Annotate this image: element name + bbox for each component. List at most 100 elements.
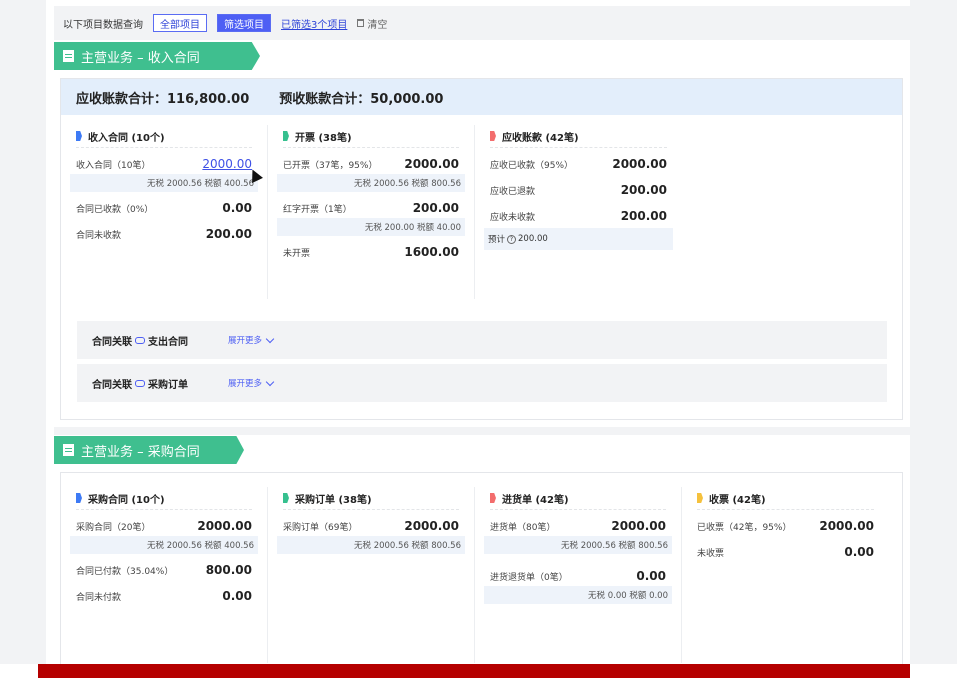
red-flag-icon xyxy=(490,131,496,141)
right-gutter xyxy=(910,0,957,664)
stat-row: 已收票（42笔，95%） 2000.00 xyxy=(697,516,874,536)
yellow-flag-icon xyxy=(697,493,703,503)
invoice-column: 开票 (38笔) 已开票（37笔，95%） 2000.00 无税 2000.56… xyxy=(268,125,475,299)
column-header: 应收账款 (42笔) xyxy=(490,125,667,148)
link-icon xyxy=(135,336,145,344)
revenue-columns: 收入合同 (10个) 收入合同（10笔） 2000.00 无税 2000.56 … xyxy=(61,125,682,299)
purchase-section-banner: 主营业务 – 采购合同 xyxy=(54,436,244,464)
document-icon xyxy=(63,50,74,62)
tax-detail: 无税 2000.56 税额 400.56 xyxy=(70,174,258,192)
stat-label: 合同未付款 xyxy=(76,592,122,603)
revenue-panel: 应收账款合计：116,800.00 预收账款合计：50,000.00 收入合同 … xyxy=(60,78,903,420)
revenue-contract-column: 收入合同 (10个) 收入合同（10笔） 2000.00 无税 2000.56 … xyxy=(61,125,268,299)
filtered-projects-link[interactable]: 已筛选3个项目 xyxy=(281,16,347,31)
filter-projects-button[interactable]: 筛选项目 xyxy=(217,14,271,32)
stat-label: 进货退货单（0笔） xyxy=(490,572,568,583)
dashboard: 以下项目数据查询 全部项目 筛选项目 已筛选3个项目 清空 主营业务 – 收入合… xyxy=(46,0,910,664)
left-gutter xyxy=(0,0,46,664)
chevron-down-icon xyxy=(265,377,275,386)
stat-value: 2000.00 xyxy=(197,519,252,533)
stat-row: 采购订单（69笔） 2000.00 xyxy=(283,516,459,536)
chevron-down-icon xyxy=(265,334,275,343)
stat-value: 2000.00 xyxy=(404,519,459,533)
expand-more-label: 展开更多 xyxy=(228,336,263,346)
red-flag-icon xyxy=(490,493,496,503)
column-header: 进货单 (42笔) xyxy=(490,487,666,510)
column-title: 采购订单 (38笔) xyxy=(295,494,372,506)
green-flag-icon xyxy=(283,131,289,141)
section-divider xyxy=(54,427,910,435)
stat-row: 合同未付款 0.00 xyxy=(76,586,252,606)
receivable-total: 应收账款合计：116,800.00 xyxy=(76,91,250,107)
stat-label: 合同已收款（0%） xyxy=(76,204,154,215)
stat-row: 红字开票（1笔） 200.00 xyxy=(283,198,459,218)
link-icon xyxy=(135,379,145,387)
goods-receipt-column: 进货单 (42笔) 进货单（80笔） 2000.00 无税 2000.56 税额… xyxy=(475,487,682,663)
stat-value: 0.00 xyxy=(222,201,252,215)
stat-value: 0.00 xyxy=(222,589,252,603)
stat-value: 2000.00 xyxy=(612,157,667,171)
stat-row: 进货单（80笔） 2000.00 xyxy=(490,516,666,536)
stat-label: 已收票（42笔，95%） xyxy=(697,522,792,533)
stat-label: 应收未收款 xyxy=(490,212,536,223)
stat-row: 采购合同（20笔） 2000.00 xyxy=(76,516,252,536)
receive-invoice-column: 收票 (42笔) 已收票（42笔，95%） 2000.00 未收票 0.00 xyxy=(682,487,889,663)
stat-label: 进货单（80笔） xyxy=(490,522,556,533)
stat-value: 800.00 xyxy=(205,563,252,577)
help-icon[interactable]: ? xyxy=(507,234,517,244)
purchase-panel: 采购合同 (10个) 采购合同（20笔） 2000.00 无税 2000.56 … xyxy=(60,472,903,664)
stat-label: 合同已付款（35.04%） xyxy=(76,566,174,577)
revenue-summary: 应收账款合计：116,800.00 预收账款合计：50,000.00 xyxy=(61,79,902,115)
filter-bar: 以下项目数据查询 全部项目 筛选项目 已筛选3个项目 清空 xyxy=(54,6,910,40)
stat-row: 合同未收款 200.00 xyxy=(76,224,252,244)
stat-label: 红字开票（1笔） xyxy=(283,204,352,215)
stat-row: 已开票（37笔，95%） 2000.00 xyxy=(283,154,459,174)
stat-label: 应收已退款 xyxy=(490,186,536,197)
relation-target: 支出合同 xyxy=(148,336,188,348)
relation-label: 合同关联 xyxy=(92,336,132,348)
stat-label: 未收票 xyxy=(697,548,725,559)
stat-label: 采购订单（69笔） xyxy=(283,522,358,533)
relation-label: 合同关联 xyxy=(92,379,132,391)
filter-title: 以下项目数据查询 xyxy=(63,19,143,31)
bottom-red-bar xyxy=(38,664,910,678)
column-title: 进货单 (42笔) xyxy=(502,494,569,506)
stat-value: 2000.00 xyxy=(819,519,874,533)
clear-label: 清空 xyxy=(367,19,388,31)
column-title: 应收账款 (42笔) xyxy=(502,132,579,144)
stat-value: 200.00 xyxy=(412,201,459,215)
column-header: 采购订单 (38笔) xyxy=(283,487,459,510)
tax-detail: 无税 2000.56 税额 800.56 xyxy=(277,536,465,554)
stat-label: 合同未收款 xyxy=(76,230,122,241)
stat-label: 采购合同（20笔） xyxy=(76,522,151,533)
stat-label: 应收已收款（95%） xyxy=(490,160,574,171)
stat-label: 已开票（37笔，95%） xyxy=(283,160,378,171)
tax-detail: 无税 0.00 税额 0.00 xyxy=(484,586,672,604)
stat-value-link[interactable]: 2000.00 xyxy=(202,157,252,171)
all-projects-button[interactable]: 全部项目 xyxy=(153,14,207,32)
column-header: 收入合同 (10个) xyxy=(76,125,252,148)
column-title: 采购合同 (10个) xyxy=(88,494,165,506)
forecast-label: 预计 xyxy=(488,235,506,245)
blue-flag-icon xyxy=(76,131,82,141)
expand-more-button[interactable]: 展开更多 xyxy=(228,377,275,389)
clear-button[interactable]: 清空 xyxy=(357,16,387,31)
purchase-contract-column: 采购合同 (10个) 采购合同（20笔） 2000.00 无税 2000.56 … xyxy=(61,487,268,663)
stat-value: 200.00 xyxy=(205,227,252,241)
stat-value: 0.00 xyxy=(636,569,666,583)
stat-row: 合同已付款（35.04%） 800.00 xyxy=(76,560,252,580)
stat-label: 收入合同（10笔） xyxy=(76,160,151,171)
stat-row: 未收票 0.00 xyxy=(697,542,874,562)
blue-flag-icon xyxy=(76,493,82,503)
purchase-columns: 采购合同 (10个) 采购合同（20笔） 2000.00 无税 2000.56 … xyxy=(61,487,889,663)
stat-value: 200.00 xyxy=(620,209,667,223)
revenue-banner-title: 主营业务 – 收入合同 xyxy=(81,50,200,66)
expand-more-button[interactable]: 展开更多 xyxy=(228,334,275,346)
relation-target: 采购订单 xyxy=(148,379,188,391)
purchase-banner-title: 主营业务 – 采购合同 xyxy=(81,444,200,460)
tax-detail: 无税 2000.56 税额 800.56 xyxy=(277,174,465,192)
tax-detail: 无税 200.00 税额 40.00 xyxy=(277,218,465,236)
trash-icon xyxy=(357,19,365,27)
stat-row: 应收已收款（95%） 2000.00 xyxy=(490,154,667,174)
tax-detail: 无税 2000.56 税额 400.56 xyxy=(70,536,258,554)
